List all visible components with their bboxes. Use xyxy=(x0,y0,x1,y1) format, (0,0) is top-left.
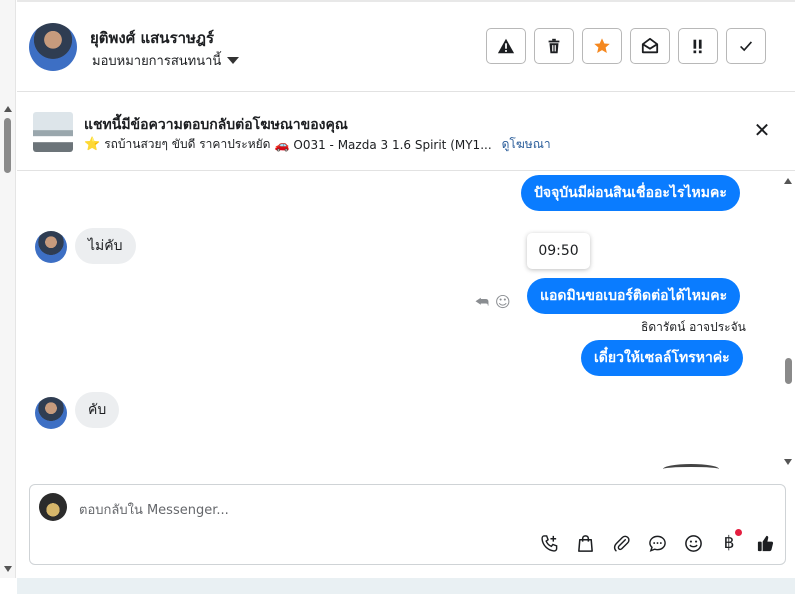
banner-subtitle: ⭐ รถบ้านสวยๆ ขับดี ราคาประหยัด 🚗 O031 - … xyxy=(84,135,551,154)
message-hover-actions: ⮪ ☺ xyxy=(475,293,511,311)
envelope-open-icon xyxy=(641,37,659,54)
scrollbar-thumb[interactable] xyxy=(785,358,792,384)
contact-avatar-small[interactable] xyxy=(35,397,67,429)
payment-button[interactable]: ฿ xyxy=(716,529,742,554)
sticker-peek xyxy=(663,464,719,474)
ad-reply-banner: แชทนี้มีข้อความตอบกลับต่อโฆษณาของคุณ ⭐ ร… xyxy=(17,93,795,171)
reply-icon[interactable]: ⮪ xyxy=(475,293,489,311)
contact-avatar[interactable] xyxy=(29,23,77,71)
scrollbar-thumb[interactable] xyxy=(4,118,11,173)
like-button[interactable] xyxy=(752,532,778,554)
bottom-strip xyxy=(17,578,795,594)
baht-icon: ฿ xyxy=(723,533,735,553)
car-emoji-icon: 🚗 xyxy=(274,137,290,152)
trash-icon xyxy=(548,38,560,54)
page-avatar xyxy=(39,493,67,521)
outgoing-message[interactable]: แอดมินขอเบอร์ติดต่อได้ไหมคะ xyxy=(527,278,741,314)
scroll-down-arrow-icon[interactable] xyxy=(784,459,792,465)
star-icon xyxy=(594,38,610,54)
ad-detail: O031 - Mazda 3 1.6 Spirit (MY1... xyxy=(293,137,492,152)
messenger-conversation-panel: ยุติพงศ์ แสนราษฎร์ มอบหมายการสนทนานี้ แช… xyxy=(0,0,795,594)
sender-label: ธิดารัตน์ อาจประจัน xyxy=(641,320,746,334)
scroll-down-arrow-icon[interactable] xyxy=(4,566,12,572)
exclamation-double-icon xyxy=(693,39,702,54)
saved-replies-button[interactable] xyxy=(644,532,670,554)
chat-bubble-icon xyxy=(648,535,666,552)
mark-unread-button[interactable] xyxy=(630,28,670,64)
delete-button[interactable] xyxy=(534,28,574,64)
message-thread[interactable]: ปัจจุบันมีผ่อนสินเชื่ออะไรไหมคะ ไม่คับ 0… xyxy=(17,172,795,477)
react-smiley-icon[interactable]: ☺ xyxy=(495,293,511,311)
ad-thumbnail[interactable] xyxy=(33,112,73,152)
done-button[interactable] xyxy=(726,28,766,64)
incoming-message[interactable]: คับ xyxy=(75,392,120,428)
incoming-message[interactable]: ไม่คับ xyxy=(75,228,136,264)
call-button[interactable] xyxy=(536,532,562,554)
star-emoji-icon: ⭐ xyxy=(84,137,101,152)
timestamp-tooltip: 09:50 xyxy=(527,233,590,269)
attach-button[interactable] xyxy=(608,532,634,554)
outgoing-message[interactable]: เดี๋ยวให้เซลล์โทรหาค่ะ xyxy=(581,340,743,376)
paperclip-icon xyxy=(613,535,630,551)
shopping-bag-icon xyxy=(577,534,593,552)
shop-button[interactable] xyxy=(572,532,598,554)
checkmark-icon xyxy=(740,41,753,52)
assign-conversation-dropdown[interactable]: มอบหมายการสนทนานี้ xyxy=(92,50,240,71)
caret-down-icon xyxy=(227,57,240,64)
scroll-up-arrow-icon[interactable] xyxy=(4,106,12,112)
assign-label: มอบหมายการสนทนานี้ xyxy=(92,54,222,69)
emoji-button[interactable] xyxy=(680,532,706,554)
thumbs-up-icon xyxy=(757,535,773,551)
warning-button[interactable] xyxy=(486,28,526,64)
left-scrollbar[interactable] xyxy=(0,0,16,578)
exclamation-triangle-icon xyxy=(497,38,515,54)
phone-plus-icon xyxy=(540,534,557,552)
chat-scrollbar[interactable] xyxy=(780,172,795,477)
smiley-icon xyxy=(684,534,702,552)
outgoing-message[interactable]: ปัจจุบันมีผ่อนสินเชื่ออะไรไหมคะ xyxy=(521,175,740,211)
follow-up-button[interactable] xyxy=(678,28,718,64)
close-icon[interactable]: ✕ xyxy=(752,120,772,140)
composer-toolbar: ฿ xyxy=(536,529,778,554)
header-actions xyxy=(486,28,766,64)
reply-composer[interactable]: ตอบกลับใน Messenger... ฿ xyxy=(29,484,786,565)
message-input[interactable]: ตอบกลับใน Messenger... xyxy=(79,499,229,520)
notification-dot xyxy=(735,529,742,536)
contact-name[interactable]: ยุติพงศ์ แสนราษฎร์ xyxy=(90,26,214,50)
conversation-header: ยุติพงศ์ แสนราษฎร์ มอบหมายการสนทนานี้ xyxy=(17,2,795,92)
banner-title: แชทนี้มีข้อความตอบกลับต่อโฆษณาของคุณ xyxy=(84,117,348,133)
view-ad-link[interactable]: ดูโฆษณา xyxy=(502,135,551,154)
contact-avatar-small[interactable] xyxy=(35,231,67,263)
ad-text: รถบ้านสวยๆ ขับดี ราคาประหยัด xyxy=(104,137,271,151)
scroll-up-arrow-icon[interactable] xyxy=(784,178,792,184)
star-button[interactable] xyxy=(582,28,622,64)
